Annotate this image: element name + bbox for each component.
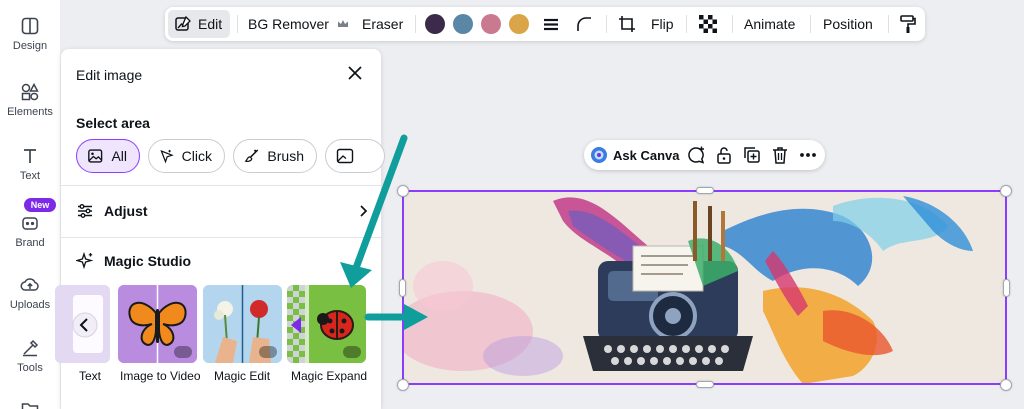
annotation-arrows [340, 134, 428, 330]
arrow-down-left [352, 134, 408, 272]
arrow-right-head [404, 304, 428, 330]
